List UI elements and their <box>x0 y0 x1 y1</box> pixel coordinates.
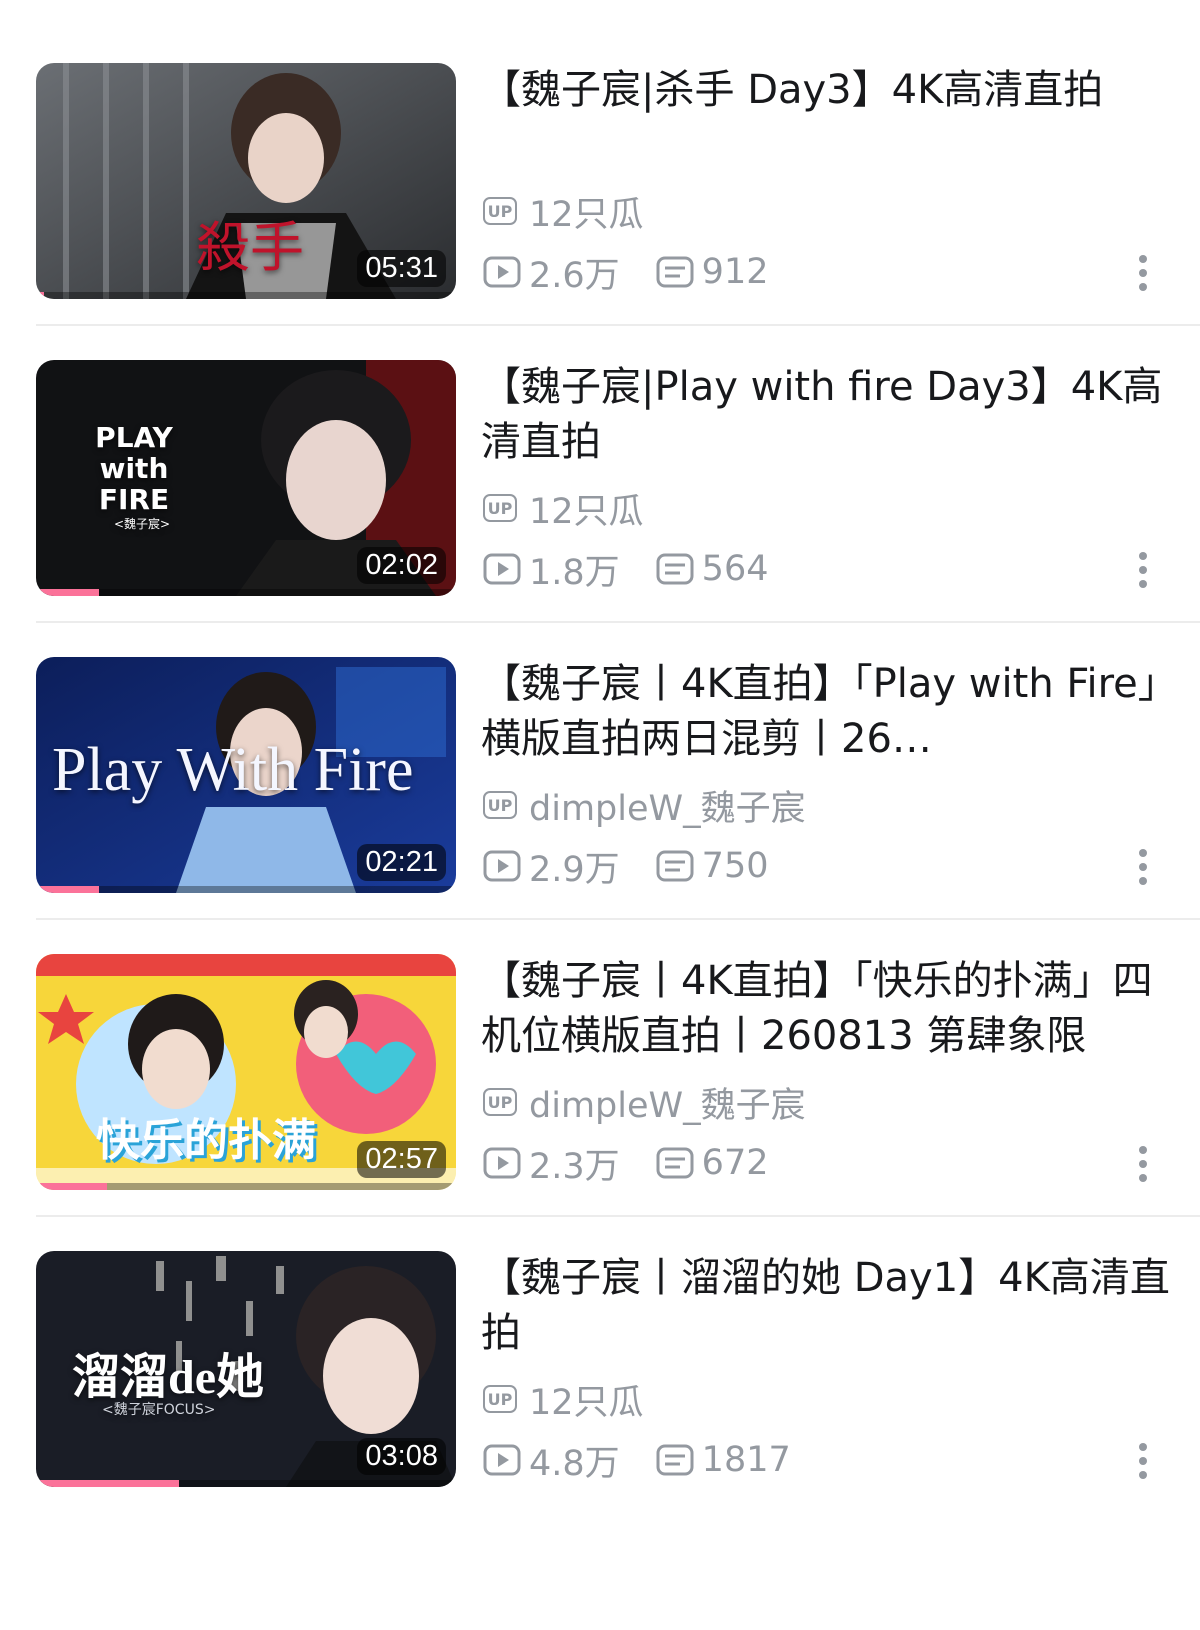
video-title[interactable]: 【魏子宸|杀手 Day3】4K高清直拍 <box>481 63 1181 118</box>
uploader-name[interactable]: dimpleW_魏子宸 <box>529 1077 806 1128</box>
watch-progress-bar <box>36 1183 456 1190</box>
play-count-icon <box>483 553 521 585</box>
more-options-icon[interactable] <box>1138 552 1148 588</box>
video-title[interactable]: 【魏子宸|Play with fire Day3】4K高清直拍 <box>481 360 1181 470</box>
video-thumbnail[interactable]: PLAY with FIRE <魏子宸> 02:02 <box>36 360 456 596</box>
video-duration: 05:31 <box>357 250 446 287</box>
uploader-name[interactable]: dimpleW_魏子宸 <box>529 780 806 831</box>
uploader-row[interactable]: UP dimpleW_魏子宸 <box>483 785 806 829</box>
thumbnail-title-text: 殺手 <box>196 218 304 278</box>
up-badge-icon: UP <box>483 1385 517 1413</box>
watch-progress-bar <box>36 589 456 596</box>
uploader-name[interactable]: 12只瓜 <box>529 1374 644 1425</box>
divider <box>36 621 1200 623</box>
video-duration: 02:57 <box>357 1141 446 1178</box>
video-duration: 02:21 <box>357 844 446 881</box>
more-options-icon[interactable] <box>1138 1146 1148 1182</box>
uploader-name[interactable]: 12只瓜 <box>529 186 644 237</box>
danmaku-count: 564 <box>656 549 769 589</box>
stats-row: 4.8万 1817 <box>483 1440 791 1484</box>
more-options-icon[interactable] <box>1138 255 1148 291</box>
watch-progress-bar <box>36 292 456 299</box>
danmaku-icon <box>656 256 694 288</box>
watch-progress-fill <box>36 1480 179 1487</box>
danmaku-icon <box>656 1147 694 1179</box>
up-badge-icon: UP <box>483 791 517 819</box>
uploader-row[interactable]: UP 12只瓜 <box>483 191 644 235</box>
view-count: 2.6万 <box>483 247 620 298</box>
watch-progress-bar <box>36 886 456 893</box>
up-badge-icon: UP <box>483 1088 517 1116</box>
video-title[interactable]: 【魏子宸丨4K直拍】「Play with Fire」横版直拍两日混剪丨26… <box>481 657 1181 767</box>
thumbnail-subtitle-text: <魏子宸> <box>114 517 171 531</box>
view-count: 2.9万 <box>483 841 620 892</box>
video-thumbnail[interactable]: 殺手 05:31 <box>36 63 456 299</box>
view-count: 2.3万 <box>483 1138 620 1189</box>
stats-row: 1.8万 564 <box>483 549 769 593</box>
video-thumbnail[interactable]: 溜溜de她 <魏子宸FOCUS> 03:08 <box>36 1251 456 1487</box>
more-options-icon[interactable] <box>1138 1443 1148 1479</box>
play-count-icon <box>483 256 521 288</box>
view-count-value: 1.8万 <box>529 552 620 593</box>
watch-progress-fill <box>36 886 99 893</box>
video-card[interactable]: 溜溜de她 <魏子宸FOCUS> 03:08 【魏子宸丨溜溜的她 Day1】4K… <box>36 1251 1200 1487</box>
video-card[interactable]: PLAY with FIRE <魏子宸> 02:02 【魏子宸|Play wit… <box>36 360 1200 596</box>
stats-row: 2.6万 912 <box>483 252 769 296</box>
video-title[interactable]: 【魏子宸丨4K直拍】「快乐的扑满」四机位横版直拍丨260813 第肆象限 <box>481 954 1181 1064</box>
video-thumbnail[interactable]: Play With Fire 02:21 <box>36 657 456 893</box>
danmaku-count: 1817 <box>656 1440 791 1480</box>
thumbnail-subtitle-text: <魏子宸FOCUS> <box>102 1402 216 1418</box>
danmaku-count: 672 <box>656 1143 769 1183</box>
video-title[interactable]: 【魏子宸丨溜溜的她 Day1】4K高清直拍 <box>481 1251 1181 1361</box>
video-thumbnail[interactable]: 快乐的扑满 02:57 <box>36 954 456 1190</box>
watch-progress-bar <box>36 1480 456 1487</box>
up-badge-icon: UP <box>483 494 517 522</box>
watch-progress-fill <box>36 292 45 299</box>
danmaku-count: 912 <box>656 252 769 292</box>
divider <box>36 918 1200 920</box>
uploader-name[interactable]: 12只瓜 <box>529 483 644 534</box>
divider <box>36 324 1200 326</box>
uploader-row[interactable]: UP 12只瓜 <box>483 488 644 532</box>
play-count-icon <box>483 850 521 882</box>
video-card[interactable]: 殺手 05:31 【魏子宸|杀手 Day3】4K高清直拍 UP 12只瓜 2.6… <box>36 63 1200 299</box>
up-badge-icon: UP <box>483 197 517 225</box>
view-count-value: 2.3万 <box>529 1146 620 1187</box>
divider <box>36 1215 1200 1217</box>
danmaku-count-value: 750 <box>701 846 769 886</box>
view-count-value: 2.6万 <box>529 255 620 296</box>
thumbnail-title-text: PLAY with FIRE <box>95 421 173 516</box>
uploader-row[interactable]: UP dimpleW_魏子宸 <box>483 1082 806 1126</box>
uploader-row[interactable]: UP 12只瓜 <box>483 1379 644 1423</box>
video-duration: 03:08 <box>357 1438 446 1475</box>
view-count: 4.8万 <box>483 1435 620 1486</box>
danmaku-icon <box>656 850 694 882</box>
danmaku-icon <box>656 553 694 585</box>
watch-progress-fill <box>36 589 99 596</box>
video-card[interactable]: 快乐的扑满 02:57 【魏子宸丨4K直拍】「快乐的扑满」四机位横版直拍丨260… <box>36 954 1200 1190</box>
more-options-icon[interactable] <box>1138 849 1148 885</box>
thumbnail-title-text: 溜溜de她 <box>72 1351 265 1404</box>
danmaku-icon <box>656 1444 694 1476</box>
play-count-icon <box>483 1147 521 1179</box>
play-count-icon <box>483 1444 521 1476</box>
stats-row: 2.3万 672 <box>483 1143 769 1187</box>
video-duration: 02:02 <box>357 547 446 584</box>
danmaku-count-value: 672 <box>701 1143 769 1183</box>
thumbnail-title-text: 快乐的扑满 <box>96 1115 316 1166</box>
danmaku-count-value: 1817 <box>701 1440 791 1480</box>
view-count: 1.8万 <box>483 544 620 595</box>
thumbnail-title-text: Play With Fire <box>52 736 414 804</box>
view-count-value: 2.9万 <box>529 849 620 890</box>
watch-progress-fill <box>36 1183 108 1190</box>
danmaku-count: 750 <box>656 846 769 886</box>
danmaku-count-value: 912 <box>701 252 769 292</box>
danmaku-count-value: 564 <box>701 549 769 589</box>
stats-row: 2.9万 750 <box>483 846 769 890</box>
view-count-value: 4.8万 <box>529 1443 620 1484</box>
video-card[interactable]: Play With Fire 02:21 【魏子宸丨4K直拍】「Play wit… <box>36 657 1200 893</box>
